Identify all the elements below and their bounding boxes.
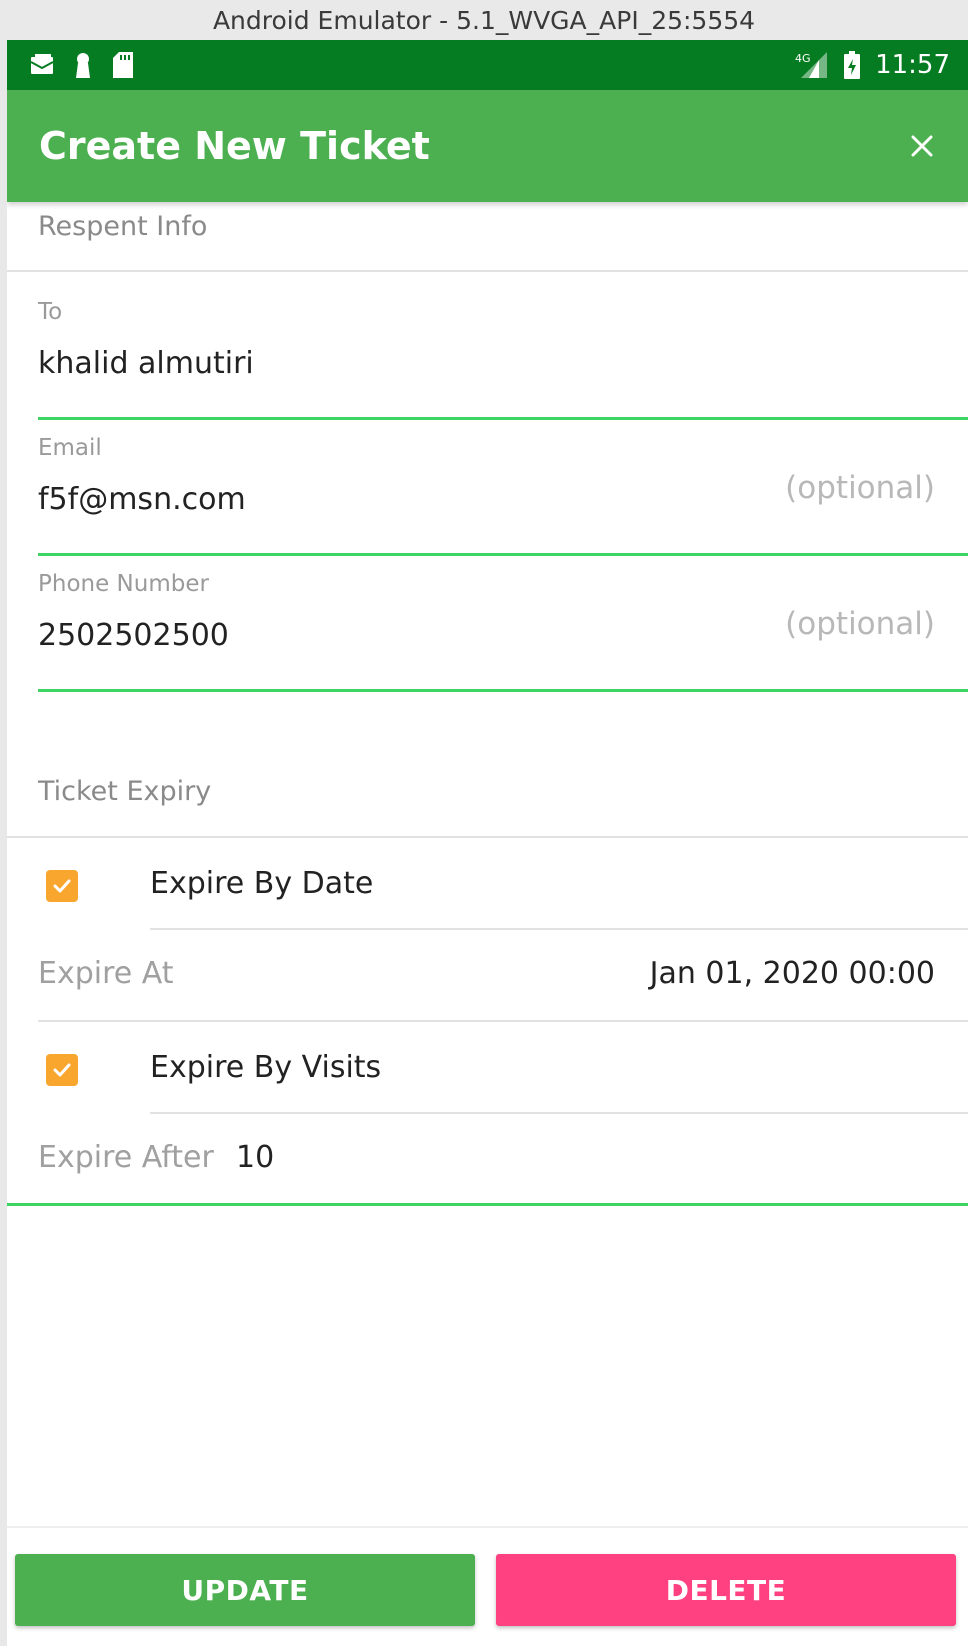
page-title: Create New Ticket <box>39 124 430 168</box>
section-header-recipient: Respent Info <box>38 211 208 242</box>
email-field[interactable]: f5f@msn.com <box>38 482 738 517</box>
expire-after-field[interactable]: 10 <box>236 1140 636 1175</box>
app-bar: Create New Ticket <box>7 90 968 202</box>
signal-icon: 4G <box>795 50 829 80</box>
status-bar: 4G 11:57 <box>7 40 968 90</box>
close-button[interactable] <box>898 122 946 170</box>
device-screen: 4G 11:57 Create New Ticket Respent Info … <box>7 40 968 1646</box>
expire-by-visits-label[interactable]: Expire By Visits <box>150 1050 381 1085</box>
expire-at-label: Expire At <box>38 956 174 991</box>
battery-icon <box>843 51 861 79</box>
status-time: 11:57 <box>875 50 950 80</box>
email-optional-hint: (optional) <box>785 470 935 506</box>
expire-by-date-label[interactable]: Expire By Date <box>150 866 373 901</box>
mail-icon <box>29 53 55 77</box>
phone-field[interactable]: 2502502500 <box>38 618 738 653</box>
close-icon <box>911 135 933 157</box>
section-divider <box>7 836 968 838</box>
checkmark-icon <box>53 1063 71 1077</box>
phone-optional-hint: (optional) <box>785 606 935 642</box>
to-label: To <box>38 299 63 325</box>
expire-by-date-checkbox[interactable] <box>46 870 78 902</box>
section-header-expiry: Ticket Expiry <box>38 776 212 807</box>
checkmark-icon <box>53 879 71 893</box>
row-divider <box>38 1020 968 1022</box>
email-field-underline <box>38 553 968 556</box>
expire-at-date-picker[interactable]: Jan 01, 2020 00:00 <box>650 956 935 991</box>
email-label: Email <box>38 435 102 461</box>
button-bar: UPDATE DELETE <box>7 1526 968 1646</box>
update-button[interactable]: UPDATE <box>15 1554 475 1626</box>
row-divider <box>150 1112 968 1114</box>
expire-after-label: Expire After <box>38 1140 214 1175</box>
keyhole-icon <box>73 51 93 79</box>
delete-button[interactable]: DELETE <box>496 1554 956 1626</box>
row-divider <box>150 928 968 930</box>
network-type: 4G <box>795 52 811 65</box>
window-title: Android Emulator - 5.1_WVGA_API_25:5554 <box>212 5 756 35</box>
expire-by-visits-checkbox[interactable] <box>46 1054 78 1086</box>
emulator-window: Android Emulator - 5.1_WVGA_API_25:5554 <box>0 0 968 1646</box>
phone-field-underline <box>38 689 968 692</box>
section-divider <box>7 270 968 272</box>
to-field-underline <box>38 417 968 420</box>
phone-label: Phone Number <box>38 571 209 597</box>
to-field[interactable]: khalid almutiri <box>38 346 738 381</box>
window-titlebar: Android Emulator - 5.1_WVGA_API_25:5554 <box>0 0 968 40</box>
expire-after-underline <box>7 1203 968 1206</box>
sd-card-icon <box>111 51 135 79</box>
